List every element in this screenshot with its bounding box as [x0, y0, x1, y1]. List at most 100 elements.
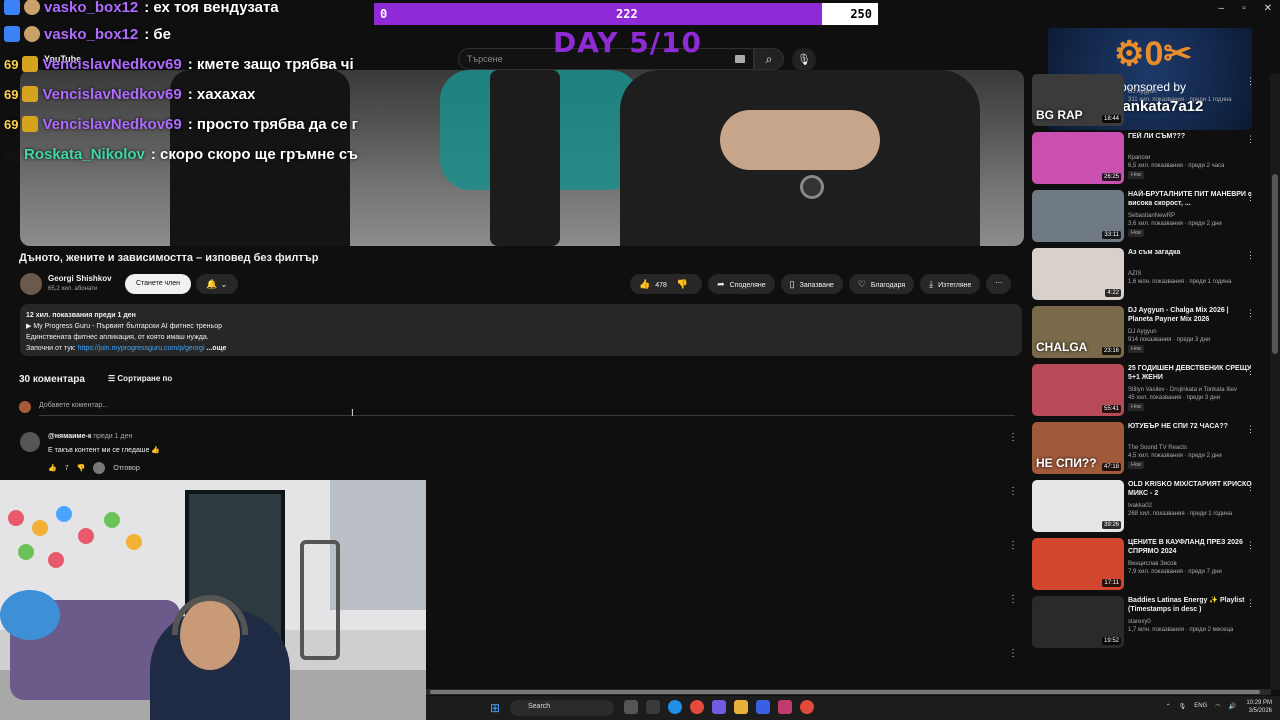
app-icon[interactable]	[646, 700, 660, 714]
recommended-video[interactable]: 39:26 OLD KRISKO MIX/СТАРИЯТ КРИСКО МИКС …	[1032, 480, 1268, 534]
channel-name[interactable]: The Sound TV Reacts	[1128, 444, 1254, 452]
minimize-icon[interactable]: –	[1219, 3, 1225, 14]
more-icon[interactable]: ⋮	[1246, 540, 1255, 551]
avatar[interactable]	[20, 432, 40, 452]
task-view-icon[interactable]	[624, 700, 638, 714]
video-thumbnail[interactable]: 55:41	[1032, 364, 1124, 416]
recommended-video[interactable]: 4:22 Аз съм загадка AZIS 1,6 млн. показвани…	[1032, 248, 1268, 302]
taskbar-search[interactable]: Search	[510, 700, 614, 716]
video-thumbnail[interactable]: 4:22	[1032, 248, 1124, 300]
notifications-button[interactable]: 🔔 ⌄	[196, 274, 238, 294]
edge-icon[interactable]	[668, 700, 682, 714]
more-icon[interactable]: ⋮	[1008, 594, 1018, 605]
mic-button[interactable]: 🎙	[792, 48, 816, 72]
comment-author[interactable]: @нямаиме-к преди 1 ден	[48, 433, 132, 440]
video-title[interactable]: НАЙ-БРУТАЛНИТЕ ПИТ МАНЕВРИ с висока скор…	[1128, 190, 1254, 208]
more-icon[interactable]: ⋮	[1246, 482, 1255, 493]
video-title[interactable]: Baddies Latinas Energy ✨ Playlist (Times…	[1128, 596, 1254, 614]
video-thumbnail[interactable]: BG RAP 18:44	[1032, 74, 1124, 126]
folder-icon[interactable]	[734, 700, 748, 714]
channel-avatar[interactable]	[20, 273, 42, 295]
horizontal-scrollbar[interactable]	[426, 689, 1271, 695]
more-icon[interactable]: ⋮	[1246, 308, 1255, 319]
reply-button[interactable]: Отговор	[113, 465, 139, 472]
thanks-button[interactable]: ♡ Благодаря	[848, 274, 915, 294]
more-icon[interactable]: ⋮	[1008, 486, 1018, 497]
video-title[interactable]: Аз съм загадка	[1128, 248, 1254, 257]
close-icon[interactable]: ✕	[1264, 3, 1272, 14]
download-button[interactable]: ⤓ Изтегляне	[920, 274, 981, 294]
scrollbar[interactable]	[1270, 74, 1280, 690]
recommended-video[interactable]: 26:25 ГЕЙ ЛИ СЪМ??? Крапски 6,5 хил. показв…	[1032, 132, 1268, 186]
app-icon[interactable]	[756, 700, 770, 714]
channel-name[interactable]: DJ Aygyun	[1128, 88, 1254, 96]
more-icon[interactable]: ⋮	[1008, 540, 1018, 551]
channel-name[interactable]: DJ Aygyun	[1128, 328, 1254, 336]
search-button[interactable]: ⌕	[754, 48, 784, 70]
video-title[interactable]: 25 ГОДИШЕН ДЕВСТВЕНИК СРЕЩУ 5+1 ЖЕНИ	[1128, 364, 1254, 382]
recommended-video[interactable]: CHALGA 23:16 DJ Aygyun - Chalga Mix 2026 |…	[1032, 306, 1268, 360]
sort-button[interactable]: ☰ Сортиране по	[108, 374, 172, 383]
video-title[interactable]: ЮТУБЪР НЕ СПИ 72 ЧАСА??	[1128, 422, 1254, 431]
recommended-video[interactable]: 55:41 25 ГОДИШЕН ДЕВСТВЕНИК СРЕЩУ 5+1 ЖЕН…	[1032, 364, 1268, 418]
video-thumbnail[interactable]: НЕ СПИ?? 47:18	[1032, 422, 1124, 474]
channel-name[interactable]: Georgi Shishkov	[48, 274, 112, 283]
keyboard-icon[interactable]	[735, 55, 745, 63]
thumbs-down-icon[interactable]: 👎	[77, 464, 86, 472]
more-icon[interactable]: ⋮	[1008, 648, 1018, 659]
recommended-video[interactable]: 19:52 Baddies Latinas Energy ✨ Playlist (…	[1032, 596, 1268, 650]
chevron-up-icon[interactable]: ⌃	[1166, 703, 1171, 710]
video-title[interactable]: DJ Aygyun - Chalga Mix 2026 | Planeta Pa…	[1128, 306, 1254, 324]
video-thumbnail[interactable]: CHALGA 23:16	[1032, 306, 1124, 358]
video-thumbnail[interactable]: 19:52	[1032, 596, 1124, 648]
language-indicator[interactable]: ENG	[1194, 703, 1207, 710]
more-icon[interactable]: ⋮	[1246, 76, 1255, 87]
app-icon[interactable]	[800, 700, 814, 714]
more-icon[interactable]: ⋮	[1246, 598, 1255, 609]
video-description[interactable]: 12 хил. показвания преди 1 ден ▶ My Prog…	[20, 304, 1022, 356]
thumbs-up-icon[interactable]: 👍	[48, 464, 57, 472]
channel-name[interactable]: Крапски	[1128, 154, 1254, 162]
channel-name[interactable]: starexy0	[1128, 618, 1254, 626]
more-icon[interactable]: ⋮	[1246, 366, 1255, 377]
join-button[interactable]: Станете член	[125, 274, 191, 294]
discord-icon[interactable]	[712, 700, 726, 714]
windows-start-icon[interactable]: ⊞	[490, 701, 500, 715]
more-icon[interactable]: ⋮	[1246, 424, 1255, 435]
video-thumbnail[interactable]: 26:25	[1032, 132, 1124, 184]
video-title[interactable]: ГЕЙ ЛИ СЪМ???	[1128, 132, 1254, 141]
more-icon[interactable]: ⋮	[1246, 192, 1255, 203]
recommended-video[interactable]: 33:11 НАЙ-БРУТАЛНИТЕ ПИТ МАНЕВРИ с висока…	[1032, 190, 1268, 244]
speaker-icon[interactable]: 🔊	[1229, 703, 1236, 710]
recommended-video[interactable]: 17:11 ЦЕНИТЕ В КАУФЛАНД ПРЕЗ 2026 СПРЯМО …	[1032, 538, 1268, 592]
video-thumbnail[interactable]: 33:11	[1032, 190, 1124, 242]
show-more[interactable]: ...още	[206, 345, 226, 352]
channel-name[interactable]: Stiliyn Vasilev - Drujinkata и Tonkata I…	[1128, 386, 1254, 394]
thumbs-down-icon[interactable]: 👎	[677, 279, 688, 289]
save-button[interactable]: ▯ Запазване	[780, 274, 843, 294]
clock[interactable]: 10:29 PM 3/5/2026	[1246, 699, 1272, 715]
video-thumbnail[interactable]: 17:11	[1032, 538, 1124, 590]
description-link[interactable]: https://join.myprogressguru.com/p/georgi	[78, 345, 205, 352]
channel-name[interactable]: SebastianNewRP	[1128, 212, 1254, 220]
app-icon[interactable]	[778, 700, 792, 714]
wifi-icon[interactable]: ◠	[1215, 703, 1220, 710]
share-button[interactable]: ➦ Споделяне	[708, 274, 775, 294]
more-actions-button[interactable]: ⋯	[986, 274, 1012, 294]
recommended-video[interactable]: BG RAP 18:44 DJ Aygyun 311 хил. показвания …	[1032, 74, 1268, 128]
channel-name[interactable]: Ivakka02	[1128, 502, 1254, 510]
microphone-icon[interactable]: 🎙	[1179, 703, 1187, 710]
maximize-icon[interactable]: ▫	[1242, 3, 1246, 14]
video-title[interactable]: ЦЕНИТЕ В КАУФЛАНД ПРЕЗ 2026 СПРЯМО 2024	[1128, 538, 1254, 556]
channel-name[interactable]: AZIS	[1128, 270, 1254, 278]
recommended-video[interactable]: НЕ СПИ?? 47:18 ЮТУБЪР НЕ СПИ 72 ЧАСА?? The …	[1032, 422, 1268, 476]
video-thumbnail[interactable]: 39:26	[1032, 480, 1124, 532]
channel-name[interactable]: Венцислав Зисов	[1128, 560, 1254, 568]
video-title[interactable]: OLD KRISKO MIX/СТАРИЯТ КРИСКО МИКС - 2	[1128, 480, 1254, 498]
more-icon[interactable]: ⋮	[1008, 432, 1018, 443]
add-comment-input[interactable]: Добавете коментар...	[39, 402, 1015, 416]
chrome-icon[interactable]	[690, 700, 704, 714]
more-icon[interactable]: ⋮	[1246, 134, 1255, 145]
like-button[interactable]: 👍 478 👎	[630, 274, 703, 294]
more-icon[interactable]: ⋮	[1246, 250, 1255, 261]
